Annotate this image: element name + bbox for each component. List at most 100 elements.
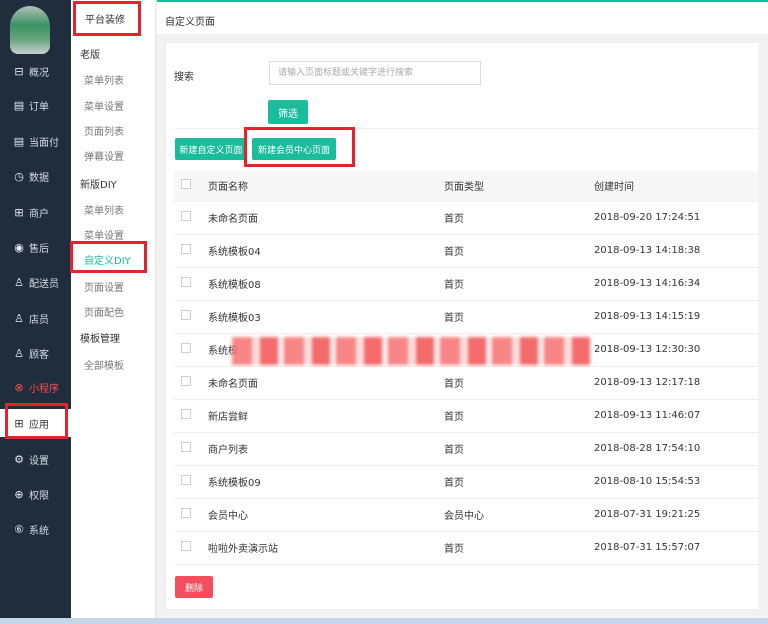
cell-created-time: 2018-09-13 14:15:19 xyxy=(594,300,765,334)
page-title: 自定义页面 xyxy=(165,17,215,28)
new-custom-page-button[interactable]: 新建自定义页面 xyxy=(175,138,247,160)
permission-icon: ⊕ xyxy=(14,487,24,501)
table-row[interactable]: 新店尝鲜 首页 2018-09-13 11:46:07 xyxy=(174,399,765,433)
sidebar-item-courier[interactable]: ♙ 配送员 xyxy=(0,268,71,296)
subnav-old-menu-list[interactable]: 菜单列表 xyxy=(84,72,124,87)
new-member-center-page-button[interactable]: 新建会员中心页面 xyxy=(252,138,336,160)
row-checkbox[interactable] xyxy=(181,508,191,518)
cell-page-name: 新店尝鲜 xyxy=(208,399,444,433)
cell-page-type: 首页 xyxy=(444,531,594,565)
table-row[interactable]: 系统模板03 首页 2018-09-13 14:15:19 xyxy=(174,300,765,334)
subnav-header[interactable]: 平台装修 xyxy=(85,11,125,26)
sidebar-item-face-pay[interactable]: ▤ 当面付 xyxy=(0,127,71,155)
cell-page-type: 首页 xyxy=(444,465,594,499)
cell-page-type: 首页 xyxy=(444,399,594,433)
cell-page-type: 首页 xyxy=(444,432,594,466)
table-row[interactable]: 未命名页面 首页 2018-09-20 17:24:51 xyxy=(174,201,765,235)
cell-page-name: 商户列表 xyxy=(208,432,444,466)
subnav-new-menu-settings[interactable]: 菜单设置 xyxy=(84,227,124,242)
cell-page-name: 系统模板03 xyxy=(208,300,444,334)
row-checkbox[interactable] xyxy=(181,211,191,221)
search-label: 搜索 xyxy=(174,72,194,83)
table-row[interactable]: 系统模板08 首页 2018-09-13 14:16:34 xyxy=(174,267,765,301)
main-sidebar: ⊟ 概况 ▤ 订单 ▤ 当面付 ◷ 数据 ⊞ 商户 ◉ 售后 ♙ 配送员 ♙ 店员 ♙ 顾客 ⊗ 小程序 ⊞ 应用 ⚙ 设置 ⊕… xyxy=(0,0,71,618)
sidebar-item-after-sale[interactable]: ◉ 售后 xyxy=(0,233,71,261)
table-row[interactable]: 未命名页面 首页 2018-09-13 12:17:18 xyxy=(174,366,765,400)
sidebar-item-customer[interactable]: ♙ 顾客 xyxy=(0,339,71,367)
table-row[interactable]: 系统模板04 首页 2018-09-13 14:18:38 xyxy=(174,234,765,268)
sidebar-item-label: 顾客 xyxy=(29,349,49,361)
table-row[interactable]: 啦啦外卖演示站 首页 2018-07-31 15:57:07 xyxy=(174,531,765,565)
sidebar-item-label: 小程序 xyxy=(29,383,59,395)
cell-page-type: 首页 xyxy=(444,366,594,400)
merchant-icon: ⊞ xyxy=(14,205,24,219)
page-table: 页面名称 页面类型 创建时间 未命名页面 首页 2018-09-20 17:24:5… xyxy=(174,171,765,565)
cell-created-time: 2018-09-13 12:17:18 xyxy=(594,366,765,400)
cell-created-time: 2018-09-13 11:46:07 xyxy=(594,399,765,433)
cell-page-name: 未命名页面 xyxy=(208,366,444,400)
cell-page-type: 首页 xyxy=(444,300,594,334)
subnav-custom-diy[interactable]: 自定义DIY xyxy=(84,252,131,267)
subnav-page-colors[interactable]: 页面配色 xyxy=(84,304,124,319)
sidebar-item-mini-program[interactable]: ⊗ 小程序 xyxy=(0,373,71,401)
row-checkbox[interactable] xyxy=(181,277,191,287)
row-checkbox[interactable] xyxy=(181,409,191,419)
sidebar-item-app[interactable]: ⊞ 应用 xyxy=(0,409,71,437)
cell-created-time: 2018-08-10 15:54:53 xyxy=(594,465,765,499)
cell-page-name: 系统模板04 xyxy=(208,234,444,268)
scrollbar[interactable] xyxy=(758,34,768,618)
subnav-old-menu-settings[interactable]: 菜单设置 xyxy=(84,98,124,113)
delete-button[interactable]: 删除 xyxy=(175,576,213,598)
sidebar-item-clerk[interactable]: ♙ 店员 xyxy=(0,304,71,332)
table-row[interactable]: 会员中心 会员中心 2018-07-31 19:21:25 xyxy=(174,498,765,532)
divider xyxy=(174,128,764,129)
table-row[interactable]: 商户列表 首页 2018-08-28 17:54:10 xyxy=(174,432,765,466)
data-icon: ◷ xyxy=(14,169,24,183)
cell-created-time: 2018-08-28 17:54:10 xyxy=(594,432,765,466)
sidebar-item-label: 设置 xyxy=(29,455,49,467)
row-checkbox[interactable] xyxy=(181,376,191,386)
table-row[interactable]: 系统模板09 首页 2018-08-10 15:54:53 xyxy=(174,465,765,499)
sidebar-item-label: 订单 xyxy=(29,101,49,113)
select-all-checkbox[interactable] xyxy=(181,179,191,190)
column-header-time: 创建时间 xyxy=(594,171,765,202)
content-panel: 搜索 筛选 新建自定义页面 新建会员中心页面 页面名称 页面类型 创建时间 未命… xyxy=(165,42,765,610)
sidebar-item-data[interactable]: ◷ 数据 xyxy=(0,162,71,190)
sidebar-item-label: 数据 xyxy=(29,172,49,184)
sidebar-item-merchant[interactable]: ⊞ 商户 xyxy=(0,198,71,226)
subnav-page-settings[interactable]: 页面设置 xyxy=(84,279,124,294)
sidebar-item-order[interactable]: ▤ 订单 xyxy=(0,91,71,119)
sidebar-item-label: 当面付 xyxy=(29,137,59,149)
row-checkbox[interactable] xyxy=(181,244,191,254)
row-checkbox[interactable] xyxy=(181,541,191,551)
table-header-row: 页面名称 页面类型 创建时间 xyxy=(174,171,765,202)
overview-icon: ⊟ xyxy=(14,64,24,78)
subnav-old-danmaku-settings[interactable]: 弹幕设置 xyxy=(84,148,124,163)
system-icon: ⑥ xyxy=(14,522,24,536)
row-checkbox[interactable] xyxy=(181,475,191,485)
cell-created-time: 2018-09-13 14:16:34 xyxy=(594,267,765,301)
cell-page-type: 会员中心 xyxy=(444,498,594,532)
row-checkbox[interactable] xyxy=(181,343,191,353)
sidebar-item-settings[interactable]: ⚙ 设置 xyxy=(0,445,71,473)
row-checkbox[interactable] xyxy=(181,442,191,452)
avatar[interactable] xyxy=(10,6,50,54)
page-header: 自定义页面 xyxy=(157,0,768,34)
sidebar-item-label: 售后 xyxy=(29,243,49,255)
cell-page-name: 系统模板09 xyxy=(208,465,444,499)
cell-page-type: 首页 xyxy=(444,267,594,301)
filter-button[interactable]: 筛选 xyxy=(268,100,308,124)
sidebar-item-system[interactable]: ⑥ 系统 xyxy=(0,515,71,543)
cell-page-name: 未命名页面 xyxy=(208,201,444,235)
sidebar-item-label: 店员 xyxy=(29,314,49,326)
row-checkbox[interactable] xyxy=(181,310,191,320)
search-input[interactable] xyxy=(269,61,481,85)
subnav-old-page-list[interactable]: 页面列表 xyxy=(84,123,124,138)
subnav-group-old: 老版 xyxy=(80,50,100,61)
subnav-new-menu-list[interactable]: 菜单列表 xyxy=(84,202,124,217)
sidebar-item-overview[interactable]: ⊟ 概况 xyxy=(0,57,71,85)
sidebar-item-permission[interactable]: ⊕ 权限 xyxy=(0,480,71,508)
subnav-all-templates[interactable]: 全部模板 xyxy=(84,357,124,372)
cell-created-time: 2018-09-13 12:30:30 xyxy=(594,333,765,367)
app-icon: ⊞ xyxy=(14,416,24,430)
